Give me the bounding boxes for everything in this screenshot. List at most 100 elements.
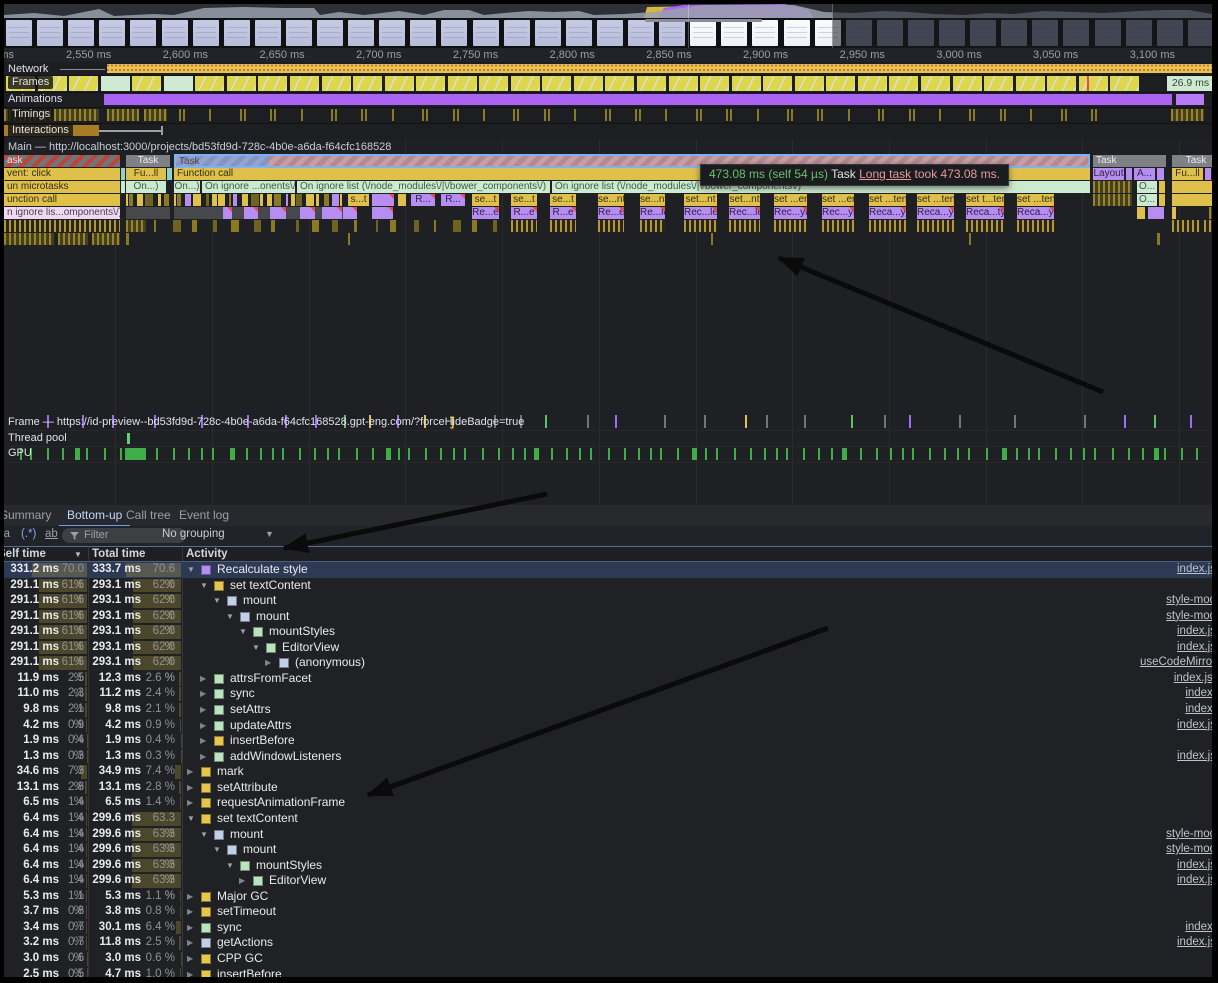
collapse-arrow-icon[interactable]: ▼	[213, 593, 221, 609]
flame-event[interactable]: On...)	[174, 181, 200, 193]
frame-block[interactable]	[69, 76, 98, 91]
frame-block[interactable]	[921, 76, 950, 91]
table-row[interactable]: 3.0 ms0.6 %3.0 ms0.6 %▶CPP GC	[4, 951, 1212, 967]
filmstrip-frame[interactable]	[162, 20, 188, 46]
idle-frame[interactable]	[101, 76, 130, 91]
tooltip-long-task-link[interactable]: Long task	[859, 167, 911, 181]
filmstrip-frame[interactable]	[784, 20, 810, 46]
filmstrip-frame[interactable]	[721, 20, 747, 46]
frame-block[interactable]	[669, 76, 698, 91]
flame-event[interactable]: Layout	[1093, 168, 1124, 180]
column-self-time[interactable]: Self time	[0, 548, 46, 560]
network-requests-bar[interactable]	[107, 64, 1212, 73]
flame-event[interactable]: Reca...yle	[1017, 207, 1054, 219]
column-activity[interactable]: Activity	[186, 548, 228, 560]
frame-block[interactable]	[195, 76, 224, 91]
timings-track[interactable]: Timings	[4, 107, 1212, 124]
source-link[interactable]: index.js	[1177, 858, 1212, 874]
flame-event[interactable]: Reca...yle	[917, 207, 954, 219]
filmstrip-frame[interactable]	[6, 20, 32, 46]
flame-event[interactable]: R...e	[550, 207, 576, 219]
network-track[interactable]: Network	[4, 62, 1212, 76]
table-row[interactable]: 1.3 ms0.3 %1.3 ms0.3 %▶addWindowListener…	[4, 749, 1212, 765]
flame-event[interactable]: Re...e	[598, 207, 624, 219]
dropped-frame-marker[interactable]	[1087, 76, 1089, 91]
flame-event-fragment[interactable]	[4, 233, 54, 245]
table-row[interactable]: 1.9 ms0.4 %1.9 ms0.4 %▶insertBefore	[4, 733, 1212, 749]
flame-event-fragment[interactable]	[917, 220, 954, 232]
minimap-scroll-indicator[interactable]	[645, 19, 762, 22]
expand-arrow-icon[interactable]: ▶	[200, 702, 206, 718]
flame-event[interactable]: set ...tent	[869, 194, 906, 206]
flame-event-fragment[interactable]	[92, 233, 120, 245]
frame-block[interactable]	[227, 76, 256, 91]
filmstrip-frame[interactable]	[628, 20, 654, 46]
flame-event[interactable]: se...t	[472, 194, 499, 206]
tab-event-log[interactable]: Event log	[171, 505, 237, 525]
table-row[interactable]: 291.1 ms61.6 %293.1 ms62.0 %▼EditorViewi…	[4, 640, 1212, 656]
flame-event-fragment[interactable]	[969, 233, 971, 245]
flame-event[interactable]: Task	[1093, 155, 1166, 167]
flame-event[interactable]: O...	[1137, 194, 1157, 206]
flame-event[interactable]: A...	[1134, 168, 1155, 180]
flame-event[interactable]: Rec...yle	[774, 207, 807, 219]
table-row[interactable]: 6.5 ms1.4 %6.5 ms1.4 %▶requestAnimationF…	[4, 795, 1212, 811]
thread-pool-row[interactable]: Thread pool	[4, 431, 1212, 447]
expand-arrow-icon[interactable]: ▶	[187, 764, 193, 780]
collapse-arrow-icon[interactable]: ▼	[213, 842, 221, 858]
flame-event[interactable]: Rec...le	[684, 207, 717, 219]
source-link[interactable]: style-mod	[1166, 842, 1212, 858]
frame-block[interactable]	[132, 76, 161, 91]
flame-event-fragment[interactable]	[270, 207, 286, 219]
source-link[interactable]: index.	[1185, 686, 1212, 702]
filmstrip-frame[interactable]	[441, 20, 467, 46]
frame-track-label[interactable]: Frame — https://id-preview--bd53fd9d-728…	[8, 416, 524, 429]
filmstrip-frame[interactable]	[410, 20, 436, 46]
flame-event[interactable]: Task	[126, 155, 170, 167]
flame-event[interactable]: R...	[411, 194, 435, 206]
expand-arrow-icon[interactable]: ▶	[187, 935, 193, 951]
flame-event[interactable]: Re...e	[472, 207, 499, 219]
filmstrip-frame[interactable]	[752, 20, 778, 46]
flame-event-fragment[interactable]	[1093, 194, 1132, 206]
tab-summary[interactable]: Summary	[0, 505, 59, 525]
frame-duration-badge[interactable]: 26.9 ms	[1167, 76, 1214, 91]
filmstrip-frame[interactable]	[690, 20, 716, 46]
table-row[interactable]: 13.1 ms2.8 %13.1 ms2.8 %▶setAttribute	[4, 780, 1212, 796]
table-row[interactable]: 9.8 ms2.1 %9.8 ms2.1 %▶setAttrsindex.	[4, 702, 1212, 718]
frame-block[interactable]	[732, 76, 761, 91]
flame-event[interactable]: vent: click	[4, 168, 120, 180]
table-row[interactable]: 5.3 ms1.1 %5.3 ms1.1 %▶Major GC	[4, 889, 1212, 905]
flame-event-fragment[interactable]	[1157, 233, 1160, 245]
flame-event[interactable]: se...t	[511, 194, 537, 206]
collapse-arrow-icon[interactable]: ▼	[200, 827, 208, 843]
animations-track[interactable]: Animations	[4, 92, 1212, 108]
tab-call-tree[interactable]: Call tree	[118, 505, 179, 525]
frame-block[interactable]	[984, 76, 1013, 91]
flame-event-fragment[interactable]	[1172, 220, 1200, 232]
table-row[interactable]: 6.4 ms1.4 %299.6 ms63.3 %▼mountstyle-mod	[4, 842, 1212, 858]
flame-event[interactable]: set ...ent	[822, 194, 854, 206]
collapse-arrow-icon[interactable]: ▼	[239, 624, 247, 640]
frame-block[interactable]	[416, 76, 445, 91]
flame-event-fragment[interactable]	[1148, 207, 1164, 219]
collapse-arrow-icon[interactable]: ▼	[252, 640, 260, 656]
gpu-row[interactable]: GPU	[4, 446, 1212, 463]
flame-event-fragment[interactable]	[126, 220, 146, 232]
frame-block[interactable]	[637, 76, 666, 91]
source-link[interactable]: index.js	[1177, 935, 1212, 951]
source-link[interactable]: index.js	[1177, 718, 1212, 734]
flame-event-fragment[interactable]	[167, 168, 172, 180]
flame-event-fragment[interactable]	[348, 233, 350, 245]
source-link[interactable]: index.js	[1177, 562, 1212, 578]
flame-event[interactable]: On ignore ...onents\/)	[202, 181, 295, 193]
source-link[interactable]: index.	[1185, 920, 1212, 936]
source-link[interactable]: index.js	[1177, 640, 1212, 656]
thread-pool-label[interactable]: Thread pool	[8, 432, 67, 445]
expand-arrow-icon[interactable]: ▶	[187, 795, 193, 811]
frame-block[interactable]	[448, 76, 477, 91]
source-link[interactable]: index.js	[1177, 749, 1212, 765]
filmstrip-frame[interactable]	[348, 20, 374, 46]
table-row[interactable]: 6.4 ms1.4 %299.6 ms63.3 %▼mountstyle-mod	[4, 827, 1212, 843]
frame-block[interactable]	[795, 76, 824, 91]
